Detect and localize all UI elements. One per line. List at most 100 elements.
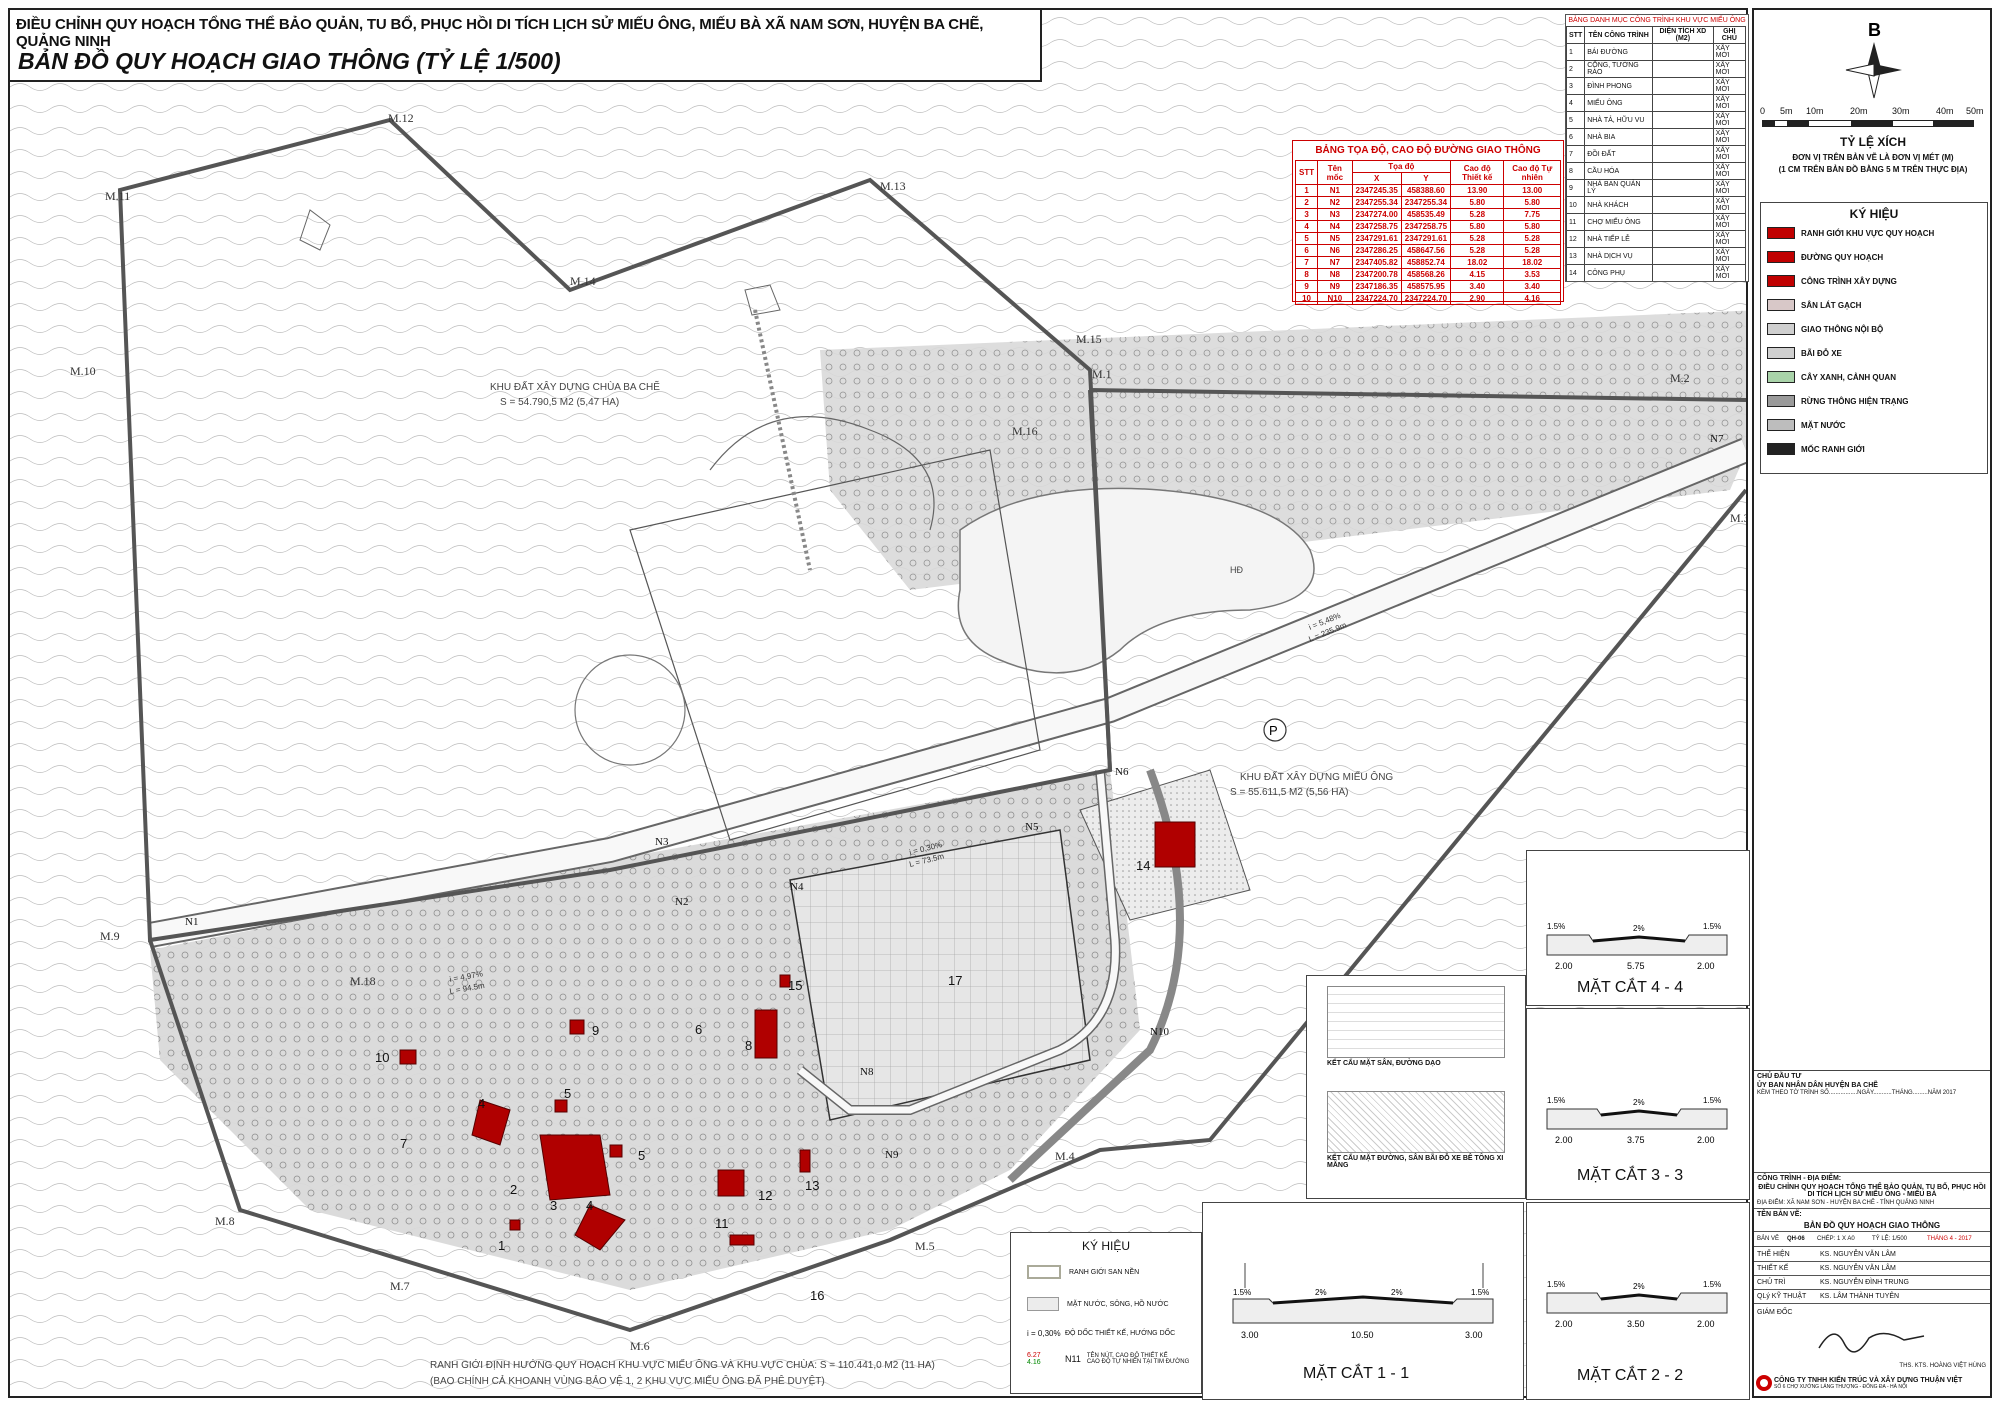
building-list-row: 2 CỔNG, TƯỜNG RÀO XÂY MỚI bbox=[1566, 60, 1747, 78]
svg-text:14: 14 bbox=[1136, 858, 1150, 873]
node-n1: N1 bbox=[185, 916, 198, 928]
legend-item: RANH GIỚI KHU VỰC QUY HOẠCH bbox=[1767, 225, 1934, 241]
legend-item: SÂN LÁT GẠCH bbox=[1767, 297, 1861, 313]
svg-text:1.5%: 1.5% bbox=[1547, 1096, 1565, 1105]
svg-text:5: 5 bbox=[638, 1148, 645, 1163]
svg-text:3.00: 3.00 bbox=[1241, 1330, 1259, 1340]
legend-item: RỪNG THÔNG HIỆN TRẠNG bbox=[1767, 393, 1909, 409]
building-5b[interactable] bbox=[609, 1144, 623, 1158]
building-list-row: 7 ĐỒI ĐẤT XÂY MỚI bbox=[1566, 145, 1747, 163]
node-n10: N10 bbox=[1150, 1026, 1169, 1038]
svg-text:1.5%: 1.5% bbox=[1233, 1288, 1251, 1297]
building-8[interactable] bbox=[754, 1009, 778, 1059]
svg-text:2: 2 bbox=[510, 1182, 517, 1197]
legend-item: CÔNG TRÌNH XÂY DỰNG bbox=[1767, 273, 1897, 289]
company-logo-icon bbox=[1756, 1375, 1772, 1391]
svg-text:2.00: 2.00 bbox=[1697, 961, 1715, 971]
marker-m15: M.15 bbox=[1076, 332, 1102, 346]
node-n3: N3 bbox=[655, 836, 669, 848]
zone-pagoda-area: S = 54.790,5 M2 (5,47 HA) bbox=[500, 397, 619, 408]
building-13[interactable] bbox=[799, 1149, 811, 1173]
building-list-row: 11 CHỢ MIẾU ÔNG XÂY MỚI bbox=[1566, 213, 1747, 231]
marker-m10: M.10 bbox=[70, 364, 96, 378]
water-label: HĐ bbox=[1230, 565, 1243, 575]
legend-swatch bbox=[1767, 371, 1795, 383]
coordinate-row: 3 N3 2347274.00 458535.49 5.28 7.75 bbox=[1294, 208, 1561, 221]
marker-m12: M.12 bbox=[388, 111, 414, 125]
building-list-row: 14 CÔNG PHỤ XÂY MỚI bbox=[1566, 264, 1747, 281]
title-box: ĐIỀU CHỈNH QUY HOẠCH TỔNG THỂ BẢO QUẢN, … bbox=[8, 8, 1042, 82]
legend-bottom: KÝ HIỆU RANH GIỚI SAN NỀN MẶT NƯỚC, SÔNG… bbox=[1010, 1232, 1202, 1394]
legend-swatch bbox=[1767, 251, 1795, 263]
node-n4: N4 bbox=[790, 881, 804, 893]
marker-m4: M.4 bbox=[1055, 1149, 1075, 1163]
zone-temple-area: S = 55.611,5 M2 (5,56 HA) bbox=[1230, 787, 1349, 798]
marker-m18: M.18 bbox=[350, 974, 376, 988]
svg-text:2.00: 2.00 bbox=[1555, 961, 1573, 971]
svg-text:11: 11 bbox=[715, 1216, 729, 1231]
svg-text:2%: 2% bbox=[1633, 1282, 1645, 1291]
coordinate-row: 1 N1 2347245.35 458388.60 13.90 13.00 bbox=[1294, 184, 1561, 197]
svg-text:1.5%: 1.5% bbox=[1703, 1096, 1721, 1105]
svg-text:10.50: 10.50 bbox=[1351, 1330, 1374, 1340]
building-list-row: 8 CẦU HÓA XÂY MỚI bbox=[1566, 162, 1747, 180]
legend-swatch bbox=[1767, 347, 1795, 359]
section-2-2: 1.5% 2% 1.5% 2.00 3.50 2.00 MẶT CẮT 2 - … bbox=[1526, 1202, 1750, 1400]
title-block: CHỦ ĐẦU TƯ ỦY BAN NHÂN DÂN HUYỆN BA CHẼ … bbox=[1754, 1070, 1990, 1399]
building-list-row: 1 BÁI ĐƯỜNG XÂY MỚI bbox=[1566, 43, 1747, 61]
svg-text:3.00: 3.00 bbox=[1465, 1330, 1483, 1340]
marker-m16: M.16 bbox=[1012, 424, 1038, 438]
svg-text:1.5%: 1.5% bbox=[1547, 1280, 1565, 1289]
building-5a[interactable] bbox=[554, 1099, 568, 1113]
building-10[interactable] bbox=[399, 1049, 417, 1065]
coordinate-row: 5 N5 2347291.61 2347291.61 5.28 5.28 bbox=[1294, 232, 1561, 245]
marker-m5: M.5 bbox=[915, 1239, 935, 1253]
legend-item: MỐC RANH GIỚI bbox=[1767, 441, 1865, 457]
building-3[interactable] bbox=[539, 1134, 611, 1201]
building-14[interactable] bbox=[1154, 821, 1196, 868]
building-11[interactable] bbox=[729, 1234, 755, 1246]
section-1-1: 1.5% 2% 2% 1.5% 3.00 10.50 3.00 MẶT CẮT … bbox=[1202, 1202, 1524, 1400]
building-9[interactable] bbox=[569, 1019, 585, 1035]
svg-text:2.00: 2.00 bbox=[1697, 1319, 1715, 1329]
svg-text:13: 13 bbox=[805, 1178, 819, 1193]
building-list-row: 13 NHÀ DỊCH VỤ XÂY MỚI bbox=[1566, 247, 1747, 265]
node-n2: N2 bbox=[675, 896, 688, 908]
staff-row: THIẾT KẾ KS. NGUYỄN VĂN LÂM bbox=[1754, 1261, 1990, 1276]
svg-text:1.5%: 1.5% bbox=[1547, 922, 1565, 931]
legend-swatch bbox=[1767, 323, 1795, 335]
svg-text:1.5%: 1.5% bbox=[1471, 1288, 1489, 1297]
building-list-row: 5 NHÀ TẢ, HỮU VU XÂY MỚI bbox=[1566, 111, 1747, 129]
svg-text:9: 9 bbox=[592, 1023, 599, 1038]
side-panel: B 0 5m 10m 20m 30m 40m 50m TỶ LỆ XÍCH ĐƠ… bbox=[1752, 8, 1992, 1398]
director-signature bbox=[1818, 1332, 1925, 1353]
svg-text:1.5%: 1.5% bbox=[1703, 1280, 1721, 1289]
building-list-row: 4 MIẾU ÔNG XÂY MỚI bbox=[1566, 94, 1747, 112]
svg-text:B: B bbox=[1868, 20, 1881, 40]
svg-text:4: 4 bbox=[586, 1198, 593, 1213]
building-list-row: 9 NHÀ BAN QUẢN LÝ XÂY MỚI bbox=[1566, 179, 1747, 197]
coordinate-row: 10 N10 2347224.70 2347224.70 2.90 4.16 bbox=[1294, 292, 1561, 305]
building-2[interactable] bbox=[509, 1219, 521, 1231]
svg-text:12: 12 bbox=[758, 1188, 772, 1203]
svg-text:10: 10 bbox=[375, 1050, 389, 1065]
svg-text:3: 3 bbox=[550, 1198, 557, 1213]
svg-text:7: 7 bbox=[400, 1136, 407, 1151]
section-4-4: 1.5% 2% 1.5% 2.00 5.75 2.00 MẶT CẮT 4 - … bbox=[1526, 850, 1750, 1006]
node-n7: N7 bbox=[1710, 433, 1724, 445]
svg-text:2%: 2% bbox=[1315, 1288, 1327, 1297]
building-12[interactable] bbox=[717, 1169, 745, 1197]
section-3-3: 1.5% 2% 1.5% 2.00 3.75 2.00 MẶT CẮT 3 - … bbox=[1526, 1008, 1750, 1200]
staff-row: CHỦ TRÌ KS. NGUYỄN ĐÌNH TRUNG bbox=[1754, 1275, 1990, 1290]
legend-item: CÂY XANH, CẢNH QUAN bbox=[1767, 369, 1896, 385]
svg-text:3.50: 3.50 bbox=[1627, 1319, 1645, 1329]
svg-text:6: 6 bbox=[695, 1022, 702, 1037]
building-list-title: BẢNG DANH MỤC CÔNG TRÌNH KHU VỰC MIẾU ÔN… bbox=[1568, 17, 1746, 24]
svg-text:8: 8 bbox=[745, 1038, 752, 1053]
marker-m11: M.11 bbox=[105, 189, 130, 203]
marker-m1: M.1 bbox=[1092, 367, 1112, 381]
marker-m6: M.6 bbox=[630, 1339, 650, 1353]
zone-temple-label: KHU ĐẤT XÂY DỰNG MIẾU ÔNG bbox=[1240, 770, 1393, 783]
structure-notes: KẾT CẤU MẶT SÂN, ĐƯỜNG DẠO KẾT CẤU MẶT Đ… bbox=[1306, 975, 1526, 1199]
legend-item: BÃI ĐỖ XE bbox=[1767, 345, 1842, 361]
